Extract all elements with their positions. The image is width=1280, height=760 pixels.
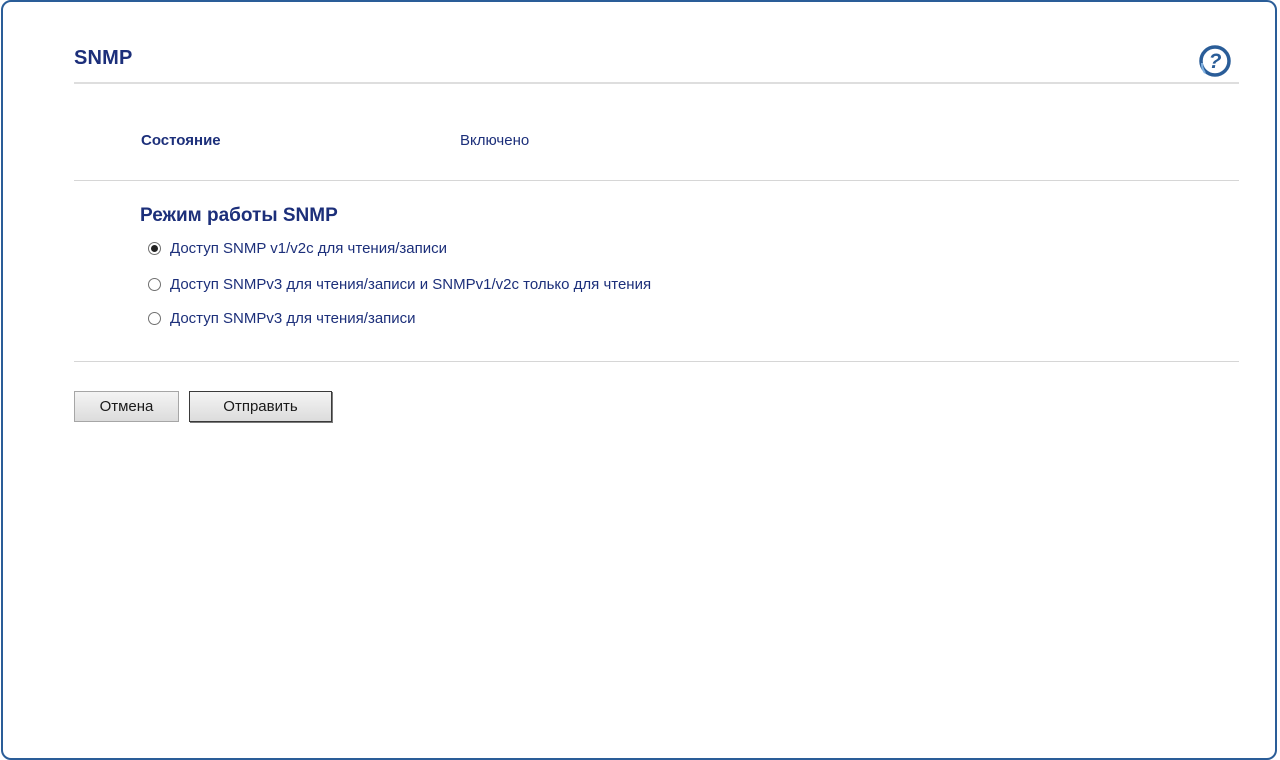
radio-option-snmp-v1v2c-rw[interactable]: Доступ SNMP v1/v2c для чтения/записи [148,239,447,257]
radio-option-snmpv3-rw-v1v2c-ro[interactable]: Доступ SNMPv3 для чтения/записи и SNMPv1… [148,275,651,293]
radio-button[interactable] [148,277,161,291]
radio-label: Доступ SNMPv3 для чтения/записи и SNMPv1… [170,275,652,293]
svg-text:?: ? [1209,50,1222,73]
status-value: Включено [460,132,530,149]
radio-button[interactable] [148,311,161,325]
title-divider [74,82,1239,84]
snmp-mode-title: Режим работы SNMP [140,205,338,226]
radio-label: Доступ SNMP v1/v2c для чтения/записи [170,239,447,257]
status-label: Состояние [141,132,221,149]
radio-option-snmpv3-rw[interactable]: Доступ SNMPv3 для чтения/записи [148,309,416,327]
radio-label: Доступ SNMPv3 для чтения/записи [170,309,416,327]
page-title: SNMP [74,47,133,69]
settings-panel: SNMP ? Состояние Включено Режим работы S… [1,0,1277,760]
help-icon[interactable]: ? [1197,42,1235,80]
footer-divider [74,361,1239,362]
radio-button[interactable] [148,241,161,255]
section-divider [74,180,1239,181]
submit-button[interactable]: Отправить [189,391,332,422]
cancel-button[interactable]: Отмена [74,391,179,422]
